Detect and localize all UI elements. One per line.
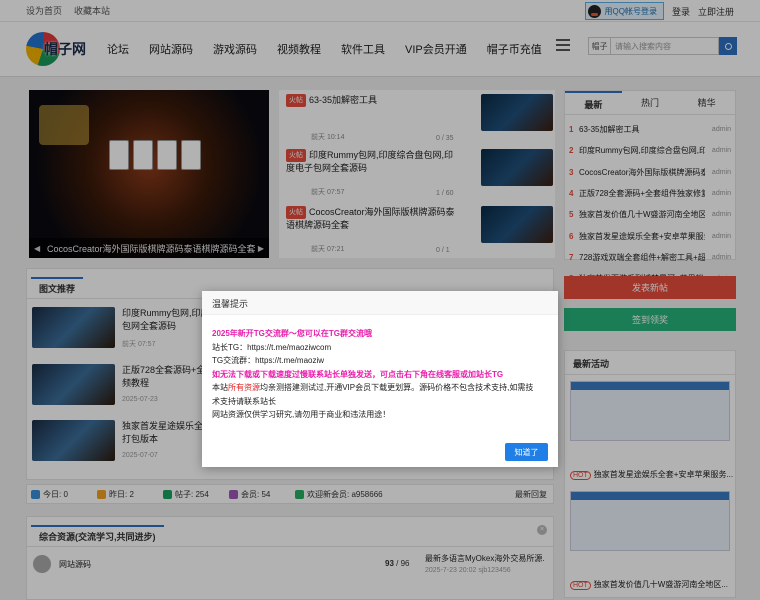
notice-modal: 温馨提示 2025年新开TG交流群～您可以在TG群交流哦 站长TG：https:… <box>202 291 558 467</box>
got-it-button[interactable]: 知道了 <box>505 443 548 461</box>
modal-body: 2025年新开TG交流群～您可以在TG群交流哦 站长TG：https://t.m… <box>212 329 534 419</box>
modal-title: 温馨提示 <box>202 291 558 315</box>
